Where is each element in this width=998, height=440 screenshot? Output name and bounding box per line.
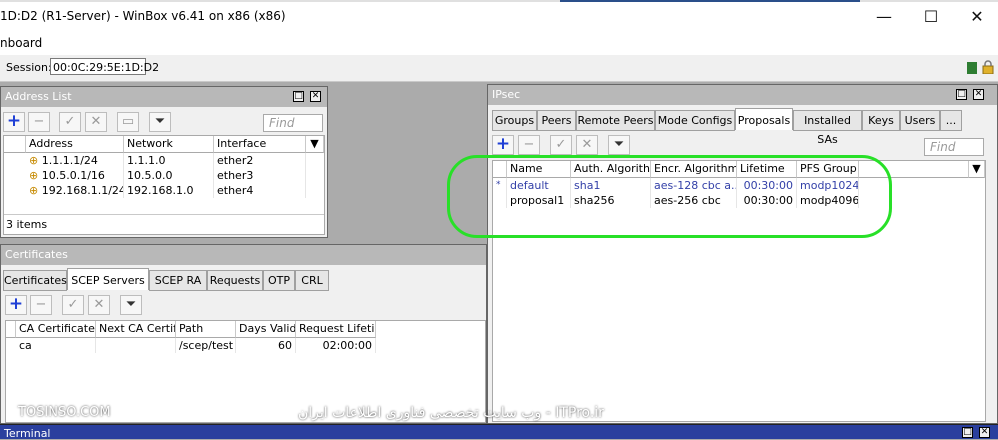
terminal-title: Terminal <box>4 427 51 440</box>
window-maximize-icon[interactable]: □ <box>956 89 967 100</box>
watermark-left: TOSINSO.COM <box>18 405 111 420</box>
filter-icon[interactable]: ⏷ <box>149 112 171 132</box>
menu-item-dashboard[interactable]: nboard <box>0 36 42 50</box>
disable-button[interactable]: ✕ <box>576 135 598 155</box>
column-header-flag <box>4 136 26 153</box>
watermark-center: وب سایت تخصصی فناوری اطلاعات ایران - ITP… <box>298 405 604 421</box>
find-input[interactable]: Find <box>263 114 323 132</box>
network-cell: 192.168.1.0 <box>124 183 214 198</box>
filter-icon[interactable]: ⏷ <box>608 135 630 155</box>
address-icon: ⊕ <box>29 169 39 182</box>
column-header-request-lifetime[interactable]: Request Lifeti... <box>296 321 376 338</box>
tab-remote-peers[interactable]: Remote Peers <box>576 110 655 131</box>
tab-otp[interactable]: OTP <box>263 270 295 291</box>
connection-status-icon <box>967 62 977 74</box>
window-title: 1D:D2 (R1-Server) - WinBox v6.41 on x86 … <box>0 9 286 23</box>
path-cell: /scep/test <box>176 338 236 353</box>
tab-scep-ra[interactable]: SCEP RA <box>149 270 207 291</box>
add-button[interactable]: + <box>492 135 514 155</box>
tab-users[interactable]: Users <box>900 110 940 131</box>
address-icon: ⊕ <box>29 184 39 197</box>
column-header-ca-certificate[interactable]: CA Certificate <box>16 321 96 338</box>
lock-icon <box>982 60 994 74</box>
comment-button[interactable]: ▭ <box>117 112 139 132</box>
disable-button[interactable]: ✕ <box>88 295 110 315</box>
tab-groups[interactable]: Groups <box>492 110 537 131</box>
address-list-table: Address Network Interface ▼ ⊕ 1.1.1.1/24… <box>3 135 325 235</box>
certificates-title: Certificates <box>1 245 486 265</box>
title-bar-accent-line <box>0 0 998 2</box>
interface-cell: ether3 <box>214 168 306 183</box>
column-header-days-valid[interactable]: Days Valid <box>236 321 296 338</box>
network-cell: 1.1.1.0 <box>124 153 214 168</box>
remove-button[interactable]: − <box>28 112 50 132</box>
enable-button[interactable]: ✓ <box>550 135 572 155</box>
ipsec-title: IPsec <box>488 85 997 105</box>
column-header-flag <box>6 321 16 338</box>
column-header-network[interactable]: Network <box>124 136 214 153</box>
address-cell: ⊕ 1.1.1.1/24 <box>26 153 124 168</box>
address-list-window: Address List □ ✕ + − ✓ ✕ ▭ ⏷ Find Addres… <box>0 86 328 238</box>
interface-cell: ether2 <box>214 153 306 168</box>
remove-button[interactable]: − <box>30 295 52 315</box>
remove-button[interactable]: − <box>518 135 540 155</box>
address-icon: ⊕ <box>29 154 39 167</box>
items-count: 3 items <box>6 218 48 231</box>
add-button[interactable]: + <box>3 112 25 132</box>
ca-cell: ca <box>16 338 96 353</box>
address-cell: ⊕ 10.5.0.1/16 <box>26 168 124 183</box>
interface-cell: ether4 <box>214 183 306 198</box>
window-close-icon[interactable]: ✕ <box>973 89 984 100</box>
network-cell: 10.5.0.0 <box>124 168 214 183</box>
app-title-bar: 1D:D2 (R1-Server) - WinBox v6.41 on x86 … <box>0 0 998 33</box>
column-header-interface[interactable]: Interface <box>214 136 306 153</box>
tab-requests[interactable]: Requests <box>207 270 263 291</box>
menu-bar: nboard <box>0 33 998 55</box>
window-close-icon[interactable]: ✕ <box>979 427 990 438</box>
tab-crl[interactable]: CRL <box>295 270 329 291</box>
tab-peers[interactable]: Peers <box>537 110 576 131</box>
session-field[interactable]: 00:0C:29:5E:1D:D2 <box>50 58 159 75</box>
maximize-button[interactable]: ☐ <box>908 6 954 28</box>
window-close-icon[interactable]: ✕ <box>310 91 321 102</box>
window-maximize-icon[interactable]: □ <box>293 91 304 102</box>
minimize-button[interactable]: — <box>861 6 907 28</box>
tab-mode-configs[interactable]: Mode Configs <box>655 110 735 131</box>
column-header-path[interactable]: Path <box>176 321 236 338</box>
status-divider <box>4 214 324 215</box>
annotation-highlight-ellipse <box>447 155 892 238</box>
tab-keys[interactable]: Keys <box>862 110 900 131</box>
tab-certificates[interactable]: Certificates <box>3 270 67 291</box>
enable-button[interactable]: ✓ <box>59 112 81 132</box>
request-lifetime-cell: 02:00:00 <box>296 338 376 353</box>
close-button[interactable]: ✕ <box>954 6 998 28</box>
certificates-window: Certificates Certificates SCEP Servers S… <box>0 244 487 424</box>
days-valid-cell: 60 <box>236 338 296 353</box>
find-input[interactable]: Find <box>924 138 984 156</box>
address-cell: ⊕ 192.168.1.1/24 <box>26 183 124 198</box>
column-header-next-ca[interactable]: Next CA Certif... <box>96 321 176 338</box>
tab-proposals[interactable]: Proposals <box>735 108 793 130</box>
column-header-address[interactable]: Address <box>26 136 124 153</box>
session-label: Session: <box>6 61 52 74</box>
next-ca-cell <box>96 338 176 353</box>
title-bar-accent <box>560 0 860 2</box>
column-menu-icon[interactable]: ▼ <box>969 161 985 178</box>
session-bar: Session: 00:0C:29:5E:1D:D2 <box>0 55 998 82</box>
window-maximize-icon[interactable]: □ <box>962 427 973 438</box>
filter-icon[interactable]: ⏷ <box>120 295 142 315</box>
add-button[interactable]: + <box>5 295 27 315</box>
enable-button[interactable]: ✓ <box>62 295 84 315</box>
disable-button[interactable]: ✕ <box>85 112 107 132</box>
tab-more[interactable]: ... <box>940 110 962 131</box>
tab-installed-sas[interactable]: Installed SAs <box>793 110 862 146</box>
column-menu-icon[interactable]: ▼ <box>306 136 324 153</box>
tab-scep-servers[interactable]: SCEP Servers <box>67 268 149 290</box>
terminal-window-bar: Terminal □ ✕ <box>0 424 998 440</box>
ipsec-window: IPsec □ ✕ Groups Peers Remote Peers Mode… <box>487 84 998 424</box>
watermark: TOSINSO.COM وب سایت تخصصی فناوری اطلاعات… <box>0 405 998 421</box>
address-list-title: Address List <box>1 87 327 107</box>
